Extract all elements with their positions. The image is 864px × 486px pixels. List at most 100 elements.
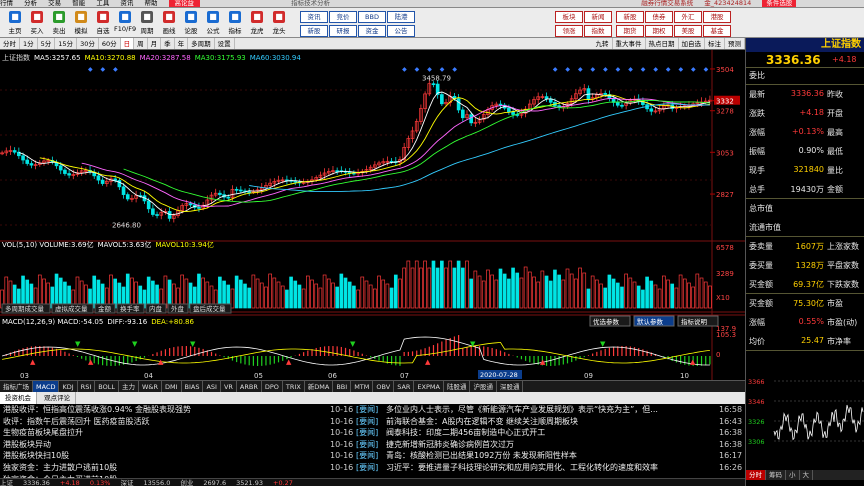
quick-pick-button[interactable]: 条件选股 [762, 0, 797, 7]
indicator-tab-12[interactable]: DPO [262, 381, 283, 392]
vol-subtab-3[interactable]: 换手率 [120, 304, 140, 313]
period-tab-7[interactable]: 周 [134, 38, 148, 49]
tab-opportunity[interactable]: 投资机会 [0, 392, 37, 404]
toolbar-button-12[interactable]: ■ 龙头 [268, 10, 290, 36]
quick-button-buttons2_row2-1[interactable]: 指数 [584, 25, 612, 37]
kline-chart-area[interactable]: ◆ ◆ ◆ ◆ ◆ ◆ ◆ ◆ ◆ ◆ ◆ ◆ ◆ ◆ ◆ ◆ ◆ ◆ ◆ ◆ ◆ 上证指数 MA5:3257.65 MA10… [0, 50, 745, 393]
period-tab-11[interactable]: 多周期 [188, 38, 215, 49]
news-headline[interactable]: 捷克新增新冠肺炎确诊病例首次过万 [386, 439, 719, 451]
period-right-item-3[interactable]: 加自选 [679, 38, 705, 49]
quick-button-buttons2_row1-1[interactable]: 新闻 [584, 11, 612, 23]
news-headline[interactable]: 阀泰科技：印度二期456亩制造中心正式开工 [386, 427, 719, 439]
quick-button-buttons_row2-0[interactable]: 新股 [300, 25, 328, 37]
quick-button-right_row2-0[interactable]: 期货 [616, 25, 644, 37]
news-right-row[interactable]: 10-16 [要闻] 多位业内人士表示，尽管《新能源汽车产业发展规划》表示“快充为主… [328, 404, 745, 416]
menu-item-tools[interactable]: 工具 [96, 0, 109, 7]
indicator-tab-6[interactable]: W&R [139, 381, 162, 392]
toolbar-button-8[interactable]: ■ 论股 [180, 10, 202, 36]
period-tab-12[interactable]: 设置 [215, 38, 235, 49]
indicator-tab-7[interactable]: DMI [162, 381, 182, 392]
vol-subtab-0[interactable]: 多周期成交量 [5, 304, 45, 313]
toolbar-button-7[interactable]: ■ 画线 [158, 10, 180, 36]
quick-button-right_row1-1[interactable]: 债券 [645, 11, 673, 23]
indicator-tab-8[interactable]: BIAS [182, 381, 204, 392]
menu-item-news[interactable]: 资讯 [120, 0, 133, 7]
indicator-tab-2[interactable]: KDJ [59, 381, 78, 392]
tab-commentary[interactable]: 观点评论 [39, 392, 77, 404]
menu-banner[interactable]: 高论益 [168, 0, 201, 7]
indicator-tab-21[interactable]: 沪股通 [470, 381, 497, 392]
indicator-tab-20[interactable]: 陆股通 [444, 381, 471, 392]
news-right-row[interactable]: 10-16 [要闻] 青岛：核酸检测已出结果1092万份 未发现新阳性样本 16:17 [328, 450, 745, 462]
menu-item-help[interactable]: 帮助 [144, 0, 157, 7]
news-left-item[interactable]: 独家资金：主力进散户逃前10股 [0, 462, 328, 474]
indicator-tab-17[interactable]: OBV [373, 381, 395, 392]
intraday-mini-chart[interactable]: 3366 3346 3326 3306 [746, 371, 864, 471]
quote-tab-2[interactable]: 小 [786, 470, 800, 480]
news-headline[interactable]: 习近平：要推进量子科技理论研究和应用向实用化、工程化转化的速度和效率 [386, 462, 719, 474]
toolbar-button-10[interactable]: ■ 指标 [224, 10, 246, 36]
kline-chart-svg[interactable]: ◆ ◆ ◆ ◆ ◆ ◆ ◆ ◆ ◆ ◆ ◆ ◆ ◆ ◆ ◆ ◆ ◆ ◆ ◆ ◆ ◆ 上证指数 MA5:3257.65 MA10… [0, 50, 745, 380]
period-tab-8[interactable]: 月 [148, 38, 162, 49]
indicator-tab-1[interactable]: MACD [33, 381, 60, 392]
period-tab-0[interactable]: 分时 [0, 38, 20, 49]
toolbar-button-2[interactable]: ■ 卖出 [48, 10, 70, 36]
menu-item-market[interactable]: 行情 [0, 0, 13, 7]
quick-button-buttons_row2-2[interactable]: 资金 [358, 25, 386, 37]
quick-button-buttons2_row1-0[interactable]: 板块 [555, 11, 583, 23]
quote-tab-1[interactable]: 筹码 [766, 470, 786, 480]
indicator-tab-5[interactable]: 主力 [119, 381, 139, 392]
indicator-tab-13[interactable]: TRIX [283, 381, 305, 392]
indicator-tab-4[interactable]: BOLL [95, 381, 119, 392]
period-right-item-0[interactable]: 九转 [593, 38, 613, 49]
quick-button-right_row2-1[interactable]: 期权 [645, 25, 673, 37]
news-left-item[interactable]: 港股板块快扫10股 [0, 450, 328, 462]
vol-subtab-6[interactable]: 盘后成交量 [193, 304, 226, 313]
indicator-tab-14[interactable]: 新DMA [305, 381, 334, 392]
toolbar-button-3[interactable]: ■ 模拟 [70, 10, 92, 36]
vol-subtab-4[interactable]: 内盘 [149, 304, 163, 313]
indicator-tab-15[interactable]: BBI [333, 381, 352, 392]
indicator-tab-18[interactable]: SAR [394, 381, 415, 392]
quick-button-right_row1-3[interactable]: 港股 [703, 11, 731, 23]
indicator-tab-16[interactable]: MTM [351, 381, 374, 392]
macd-button-2[interactable]: 指标说明 [681, 317, 708, 326]
news-right-row[interactable]: 10-16 [要闻] 阀泰科技：印度二期456亩制造中心正式开工 16:38 [328, 427, 745, 439]
period-tab-4[interactable]: 30分 [77, 38, 99, 49]
quote-tab-0[interactable]: 分时 [746, 470, 766, 480]
quick-button-buttons_row1-0[interactable]: 资讯 [300, 11, 328, 23]
vol-subtab-2[interactable]: 金额 [98, 304, 112, 313]
indicator-tab-22[interactable]: 深股通 [497, 381, 524, 392]
quick-button-buttons_row1-1[interactable]: 竞价 [329, 11, 357, 23]
period-tab-6[interactable]: 日 [120, 38, 135, 49]
quick-button-right_row1-2[interactable]: 外汇 [674, 11, 702, 23]
news-right-row[interactable]: 10-16 [要闻] 前海联合基金：A股内在逻辑不变 继续关注顺周期板块 16:43 [328, 416, 745, 428]
period-right-item-4[interactable]: 标注 [705, 38, 725, 49]
period-tab-10[interactable]: 年 [175, 38, 189, 49]
menu-item-trade[interactable]: 交易 [48, 0, 61, 7]
news-left-item[interactable]: 生物疫苗板块尾盘拉升 [0, 427, 328, 439]
quick-button-buttons_row2-1[interactable]: 研报 [329, 25, 357, 37]
quick-button-buttons2_row2-0[interactable]: 领涨 [555, 25, 583, 37]
toolbar-button-5[interactable]: ■ F10/F9 [114, 10, 136, 36]
quick-button-buttons_row1-3[interactable]: 陆港 [387, 11, 415, 23]
indicator-tab-0[interactable]: 指标广场 [0, 381, 33, 392]
news-headline[interactable]: 前海联合基金：A股内在逻辑不变 继续关注顺周期板块 [386, 416, 719, 428]
indicator-tab-11[interactable]: ARBR [237, 381, 262, 392]
period-tab-1[interactable]: 1分 [20, 38, 38, 49]
period-tab-5[interactable]: 60分 [99, 38, 121, 49]
news-right-row[interactable]: 10-16 [要闻] 捷克新增新冠肺炎确诊病例首次过万 16:38 [328, 439, 745, 451]
macd-button-1[interactable]: 默认参数 [637, 317, 664, 326]
quote-tab-3[interactable]: 大 [800, 470, 813, 480]
period-right-item-1[interactable]: 重大事件 [613, 38, 646, 49]
menu-item-analysis[interactable]: 分析 [24, 0, 37, 7]
period-right-item-5[interactable]: 预测 [725, 38, 745, 49]
toolbar-button-9[interactable]: ■ 公式 [202, 10, 224, 36]
news-right-row[interactable]: 10-16 [要闻] 习近平：要推进量子科技理论研究和应用向实用化、工程化转化的速度… [328, 462, 745, 474]
menu-item-smart[interactable]: 智能 [72, 0, 85, 7]
quick-button-buttons_row1-2[interactable]: BBD [358, 11, 386, 23]
period-tab-3[interactable]: 15分 [55, 38, 78, 49]
quick-button-buttons_row2-3[interactable]: 公告 [387, 25, 415, 37]
period-tab-9[interactable]: 季 [161, 38, 175, 49]
indicator-tab-3[interactable]: RSI [78, 381, 96, 392]
